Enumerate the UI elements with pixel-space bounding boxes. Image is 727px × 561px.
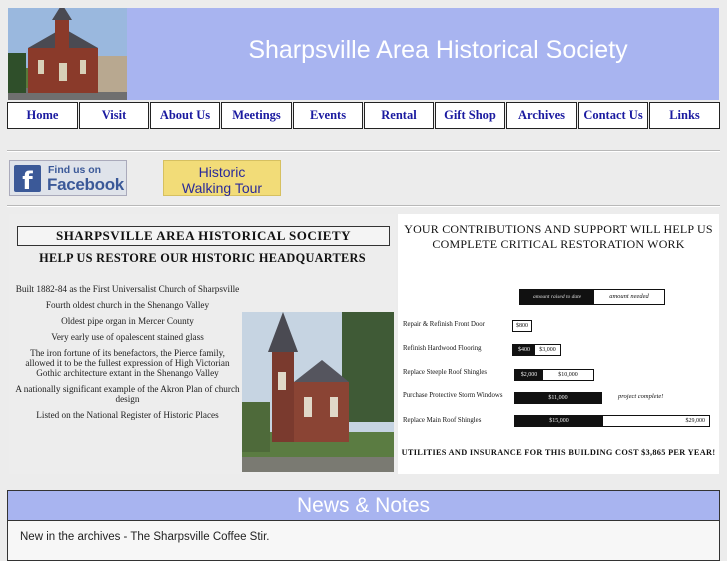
fact-item: Built 1882-84 as the First Universalist … xyxy=(15,284,240,294)
poster-title: SHARPSVILLE AREA HISTORICAL SOCIETY xyxy=(17,226,390,246)
poster-subtitle: HELP US RESTORE OUR HISTORIC HEADQUARTER… xyxy=(39,251,366,265)
project-bar: $400 $3,000 xyxy=(512,344,561,356)
project-bar: $11,000 xyxy=(514,392,602,404)
divider xyxy=(7,150,720,152)
project-label: Purchase Protective Storm Windows xyxy=(403,392,503,399)
bar-raised-value: $800 xyxy=(516,323,528,329)
project-bar: $800 xyxy=(512,320,532,332)
nav-events[interactable]: Events xyxy=(293,102,363,129)
nav-contact-us[interactable]: Contact Us xyxy=(578,102,648,129)
project-label: Refinish Hardwood Flooring xyxy=(403,345,482,352)
nav-visit[interactable]: Visit xyxy=(79,102,149,129)
project-label: Replace Steeple Roof Shingles xyxy=(403,369,487,376)
fact-item: The iron fortune of its benefactors, the… xyxy=(25,348,230,378)
legend-raised: amount raised to date xyxy=(520,290,594,304)
divider xyxy=(7,205,720,207)
poster-facts: Built 1882-84 as the First Universalist … xyxy=(15,284,240,426)
site-header: Sharpsville Area Historical Society xyxy=(8,8,719,100)
nav-home[interactable]: Home xyxy=(7,102,78,129)
facebook-name-text: Facebook xyxy=(47,175,124,194)
project-label: Replace Main Roof Shingles xyxy=(403,417,482,424)
nav-about-us[interactable]: About Us xyxy=(150,102,220,129)
news-heading: News & Notes xyxy=(7,490,720,521)
church-header-photo xyxy=(8,8,127,100)
fact-item: Very early use of opalescent stained gla… xyxy=(51,332,204,342)
bar-needed-value: $3,000 xyxy=(539,347,556,353)
bar-needed-value: $10,000 xyxy=(558,372,578,378)
fact-item: A nationally significant example of the … xyxy=(15,384,240,404)
facebook-button[interactable]: f Find us on Facebook xyxy=(9,160,127,196)
progress-legend: amount raised to date amount needed xyxy=(519,289,665,305)
nav-archives[interactable]: Archives xyxy=(506,102,577,129)
walking-tour-button[interactable]: Historic Walking Tour xyxy=(163,160,281,196)
project-label: Repair & Refinish Front Door xyxy=(403,321,485,328)
walking-tour-line2: Walking Tour xyxy=(181,180,263,196)
facebook-icon: f xyxy=(14,165,41,192)
contributions-panel: YOUR CONTRIBUTIONS AND SUPPORT WILL HELP… xyxy=(398,214,719,474)
nav-links[interactable]: Links xyxy=(649,102,720,129)
contributions-line1: YOUR CONTRIBUTIONS AND SUPPORT WILL HELP… xyxy=(404,222,713,236)
project-bar: $2,000 $10,000 xyxy=(514,369,594,381)
site-title: Sharpsville Area Historical Society xyxy=(248,36,628,64)
bar-needed-value: $29,000 xyxy=(685,418,706,424)
contributions-line2: COMPLETE CRITICAL RESTORATION WORK xyxy=(432,237,685,251)
bar-raised-value: $11,000 xyxy=(514,392,602,404)
news-body: New in the archives - The Sharpsville Co… xyxy=(7,521,720,561)
restoration-poster: SHARPSVILLE AREA HISTORICAL SOCIETY HELP… xyxy=(9,214,396,474)
fact-item: Fourth oldest church in the Shenango Val… xyxy=(45,300,210,310)
utilities-note: UTILITIES AND INSURANCE FOR THIS BUILDIN… xyxy=(401,448,716,457)
nav-rental[interactable]: Rental xyxy=(364,102,434,129)
main-nav: Home Visit About Us Meetings Events Rent… xyxy=(7,102,720,129)
news-item[interactable]: New in the archives - The Sharpsville Co… xyxy=(20,531,270,543)
nav-gift-shop[interactable]: Gift Shop xyxy=(435,102,505,129)
legend-needed: amount needed xyxy=(609,293,649,300)
fact-item: Oldest pipe organ in Mercer County xyxy=(61,316,194,326)
bar-raised-value: $400 xyxy=(513,345,535,355)
fact-item: Listed on the National Register of Histo… xyxy=(36,410,219,420)
walking-tour-line1: Historic xyxy=(198,164,246,180)
project-bar: $15,000 $29,000 xyxy=(514,415,710,427)
contributions-heading: YOUR CONTRIBUTIONS AND SUPPORT WILL HELP… xyxy=(398,222,719,252)
nav-meetings[interactable]: Meetings xyxy=(221,102,292,129)
church-photo xyxy=(242,312,394,472)
project-complete-note: project complete! xyxy=(618,393,664,400)
bar-raised-value: $2,000 xyxy=(515,370,543,380)
bar-raised-value: $15,000 xyxy=(515,416,603,426)
